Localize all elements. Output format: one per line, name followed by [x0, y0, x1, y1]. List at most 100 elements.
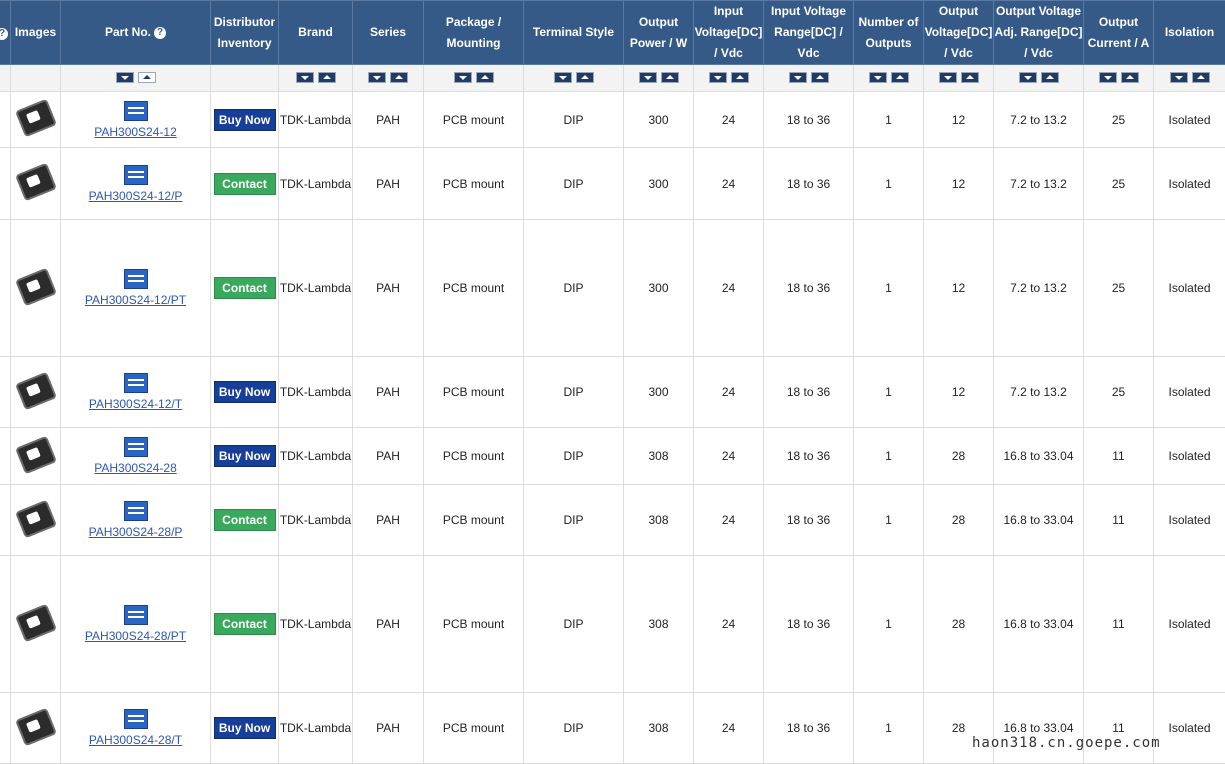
cell-outputs: 1 [854, 485, 924, 556]
cell-vout-range: 7.2 to 13.2 [994, 357, 1084, 428]
cell-outputs: 1 [854, 693, 924, 764]
part-no-link[interactable]: PAH300S24-28/P [89, 525, 183, 539]
sort-cell-vout-range [994, 65, 1084, 92]
sort-descending-icon[interactable] [939, 72, 957, 83]
inventory-cell: Contact [211, 220, 279, 357]
sort-descending-icon[interactable] [116, 72, 134, 83]
part-no-link[interactable]: PAH300S24-12/P [89, 189, 183, 203]
sort-descending-icon[interactable] [454, 72, 472, 83]
table-row: PAH300S24-28/TBuy NowTDK-LambdaPAHPCB mo… [0, 693, 1225, 764]
product-table: ? Images Part No.? Distributor Inventory… [0, 0, 1225, 764]
datasheet-icon[interactable] [124, 373, 148, 393]
buy-now-button[interactable]: Buy Now [214, 717, 276, 739]
sort-descending-icon[interactable] [1170, 72, 1188, 83]
sort-ascending-icon[interactable] [138, 72, 156, 83]
cell-brand: TDK-Lambda [279, 220, 353, 357]
cell-package: PCB mount [424, 148, 524, 220]
sort-ascending-icon[interactable] [961, 72, 979, 83]
sort-ascending-icon[interactable] [318, 72, 336, 83]
product-image-icon[interactable] [14, 267, 56, 306]
cell-series: PAH [353, 357, 424, 428]
datasheet-icon[interactable] [124, 501, 148, 521]
datasheet-icon[interactable] [124, 709, 148, 729]
sort-ascending-icon[interactable] [576, 72, 594, 83]
part-no-link[interactable]: PAH300S24-28 [94, 461, 177, 475]
row-spacer [0, 220, 11, 357]
cell-iout: 25 [1084, 357, 1154, 428]
cell-vout: 12 [924, 357, 994, 428]
product-image-cell [11, 357, 61, 428]
product-image-icon[interactable] [14, 603, 56, 642]
cell-series: PAH [353, 148, 424, 220]
sort-descending-icon[interactable] [1019, 72, 1037, 83]
contact-button[interactable]: Contact [214, 277, 276, 299]
part-no-link[interactable]: PAH300S24-28/PT [85, 629, 186, 643]
sort-cell-brand [279, 65, 353, 92]
contact-button[interactable]: Contact [214, 613, 276, 635]
sort-descending-icon[interactable] [1099, 72, 1117, 83]
cell-brand: TDK-Lambda [279, 148, 353, 220]
datasheet-icon[interactable] [124, 269, 148, 289]
cell-package: PCB mount [424, 556, 524, 693]
cell-vout-range: 16.8 to 33.04 [994, 485, 1084, 556]
cell-brand: TDK-Lambda [279, 693, 353, 764]
sort-ascending-icon[interactable] [390, 72, 408, 83]
cell-terminal: DIP [524, 357, 624, 428]
datasheet-icon[interactable] [124, 605, 148, 625]
sort-descending-icon[interactable] [368, 72, 386, 83]
row-spacer [0, 148, 11, 220]
cell-outputs: 1 [854, 148, 924, 220]
product-image-icon[interactable] [14, 371, 56, 410]
cell-vin-range: 18 to 36 [764, 693, 854, 764]
sort-ascending-icon[interactable] [476, 72, 494, 83]
product-image-icon[interactable] [14, 499, 56, 538]
buy-now-button[interactable]: Buy Now [214, 445, 276, 467]
header-package: Package / Mounting [424, 1, 524, 65]
part-no-cell: PAH300S24-28/P [61, 485, 211, 556]
buy-now-button[interactable]: Buy Now [214, 109, 276, 131]
cell-package: PCB mount [424, 428, 524, 485]
sort-ascending-icon[interactable] [1121, 72, 1139, 83]
cell-iout: 11 [1084, 485, 1154, 556]
sort-ascending-icon[interactable] [811, 72, 829, 83]
sort-descending-icon[interactable] [554, 72, 572, 83]
product-image-icon[interactable] [14, 435, 56, 474]
cell-terminal: DIP [524, 428, 624, 485]
datasheet-icon[interactable] [124, 437, 148, 457]
contact-button[interactable]: Contact [214, 509, 276, 531]
help-circle-icon[interactable]: ? [0, 28, 8, 40]
part-no-link[interactable]: PAH300S24-28/T [89, 733, 182, 747]
part-no-link[interactable]: PAH300S24-12 [94, 125, 177, 139]
part-no-link[interactable]: PAH300S24-12/T [89, 397, 182, 411]
cell-iout: 11 [1084, 693, 1154, 764]
sort-descending-icon[interactable] [869, 72, 887, 83]
help-circle-icon[interactable]: ? [154, 27, 166, 39]
sort-ascending-icon[interactable] [1041, 72, 1059, 83]
table-row: PAH300S24-28/PContactTDK-LambdaPAHPCB mo… [0, 485, 1225, 556]
part-no-link[interactable]: PAH300S24-12/PT [85, 293, 186, 307]
sort-descending-icon[interactable] [709, 72, 727, 83]
cell-vin-range: 18 to 36 [764, 148, 854, 220]
inventory-cell: Buy Now [211, 357, 279, 428]
sort-descending-icon[interactable] [639, 72, 657, 83]
buy-now-button[interactable]: Buy Now [214, 381, 276, 403]
product-image-icon[interactable] [14, 163, 56, 202]
cell-package: PCB mount [424, 693, 524, 764]
sort-descending-icon[interactable] [789, 72, 807, 83]
product-image-icon[interactable] [14, 707, 56, 746]
cell-vin-range: 18 to 36 [764, 485, 854, 556]
cell-brand: TDK-Lambda [279, 357, 353, 428]
sort-ascending-icon[interactable] [891, 72, 909, 83]
cell-vin: 24 [694, 92, 764, 148]
product-image-icon[interactable] [14, 99, 56, 138]
header-num-outputs: Number of Outputs [854, 1, 924, 65]
sort-ascending-icon[interactable] [1192, 72, 1210, 83]
sort-ascending-icon[interactable] [731, 72, 749, 83]
contact-button[interactable]: Contact [214, 173, 276, 195]
cell-vin: 24 [694, 357, 764, 428]
sort-descending-icon[interactable] [296, 72, 314, 83]
sort-ascending-icon[interactable] [661, 72, 679, 83]
datasheet-icon[interactable] [124, 165, 148, 185]
cell-outputs: 1 [854, 428, 924, 485]
datasheet-icon[interactable] [124, 101, 148, 121]
